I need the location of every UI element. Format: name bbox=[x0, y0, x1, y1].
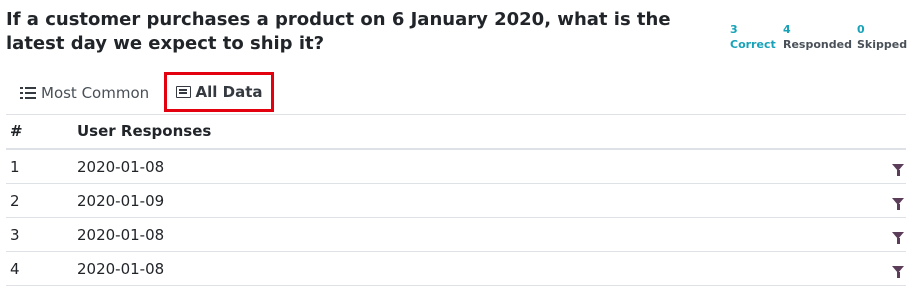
row-response: 2020-01-09 bbox=[77, 183, 876, 218]
question-stats: 3 Correct 4 Responded 0 Skipped bbox=[730, 22, 915, 56]
column-header-user-responses: User Responses bbox=[77, 114, 876, 150]
tab-all-data[interactable]: All Data bbox=[164, 72, 274, 112]
responses-table: # User Responses 1 2020-01-08 2 2020-01-… bbox=[6, 114, 906, 286]
question-title: If a customer purchases a product on 6 J… bbox=[6, 9, 671, 54]
stat-correct-label: Correct bbox=[730, 38, 776, 51]
stat-responded-value: 4 bbox=[783, 23, 791, 36]
row-index: 4 bbox=[6, 251, 77, 286]
stat-skipped-value: 0 bbox=[857, 23, 865, 36]
filter-icon[interactable] bbox=[892, 197, 904, 210]
stat-correct-value: 3 bbox=[730, 23, 738, 36]
stat-skipped: 0 Skipped bbox=[857, 22, 907, 52]
table-row: 3 2020-01-08 bbox=[6, 217, 906, 252]
table-icon bbox=[175, 86, 191, 98]
stat-skipped-label: Skipped bbox=[857, 38, 908, 51]
row-index: 1 bbox=[6, 149, 77, 184]
stat-correct: 3 Correct bbox=[730, 22, 776, 52]
table-row: 4 2020-01-08 bbox=[6, 251, 906, 286]
table-row: 1 2020-01-08 bbox=[6, 149, 906, 184]
tab-most-common[interactable]: Most Common bbox=[20, 72, 149, 114]
filter-icon[interactable] bbox=[892, 163, 904, 176]
column-header-actions bbox=[876, 114, 906, 150]
row-filter-button[interactable] bbox=[876, 217, 906, 252]
row-filter-button[interactable] bbox=[876, 149, 906, 184]
row-response: 2020-01-08 bbox=[77, 217, 876, 252]
row-index: 2 bbox=[6, 183, 77, 218]
table-header-row: # User Responses bbox=[6, 114, 906, 150]
filter-icon[interactable] bbox=[892, 231, 904, 244]
row-response: 2020-01-08 bbox=[77, 149, 876, 184]
row-response: 2020-01-08 bbox=[77, 251, 876, 286]
column-header-index: # bbox=[6, 114, 77, 150]
list-icon bbox=[20, 86, 36, 100]
stat-responded-label: Responded bbox=[783, 38, 852, 51]
row-filter-button[interactable] bbox=[876, 251, 906, 286]
row-filter-button[interactable] bbox=[876, 183, 906, 218]
tab-all-data-label: All Data bbox=[195, 83, 263, 101]
stat-responded: 4 Responded bbox=[783, 22, 852, 52]
table-row: 2 2020-01-09 bbox=[6, 183, 906, 218]
result-tabs: Most Common All Data bbox=[6, 72, 906, 115]
tab-most-common-label: Most Common bbox=[41, 84, 150, 102]
row-index: 3 bbox=[6, 217, 77, 252]
filter-icon[interactable] bbox=[892, 265, 904, 278]
